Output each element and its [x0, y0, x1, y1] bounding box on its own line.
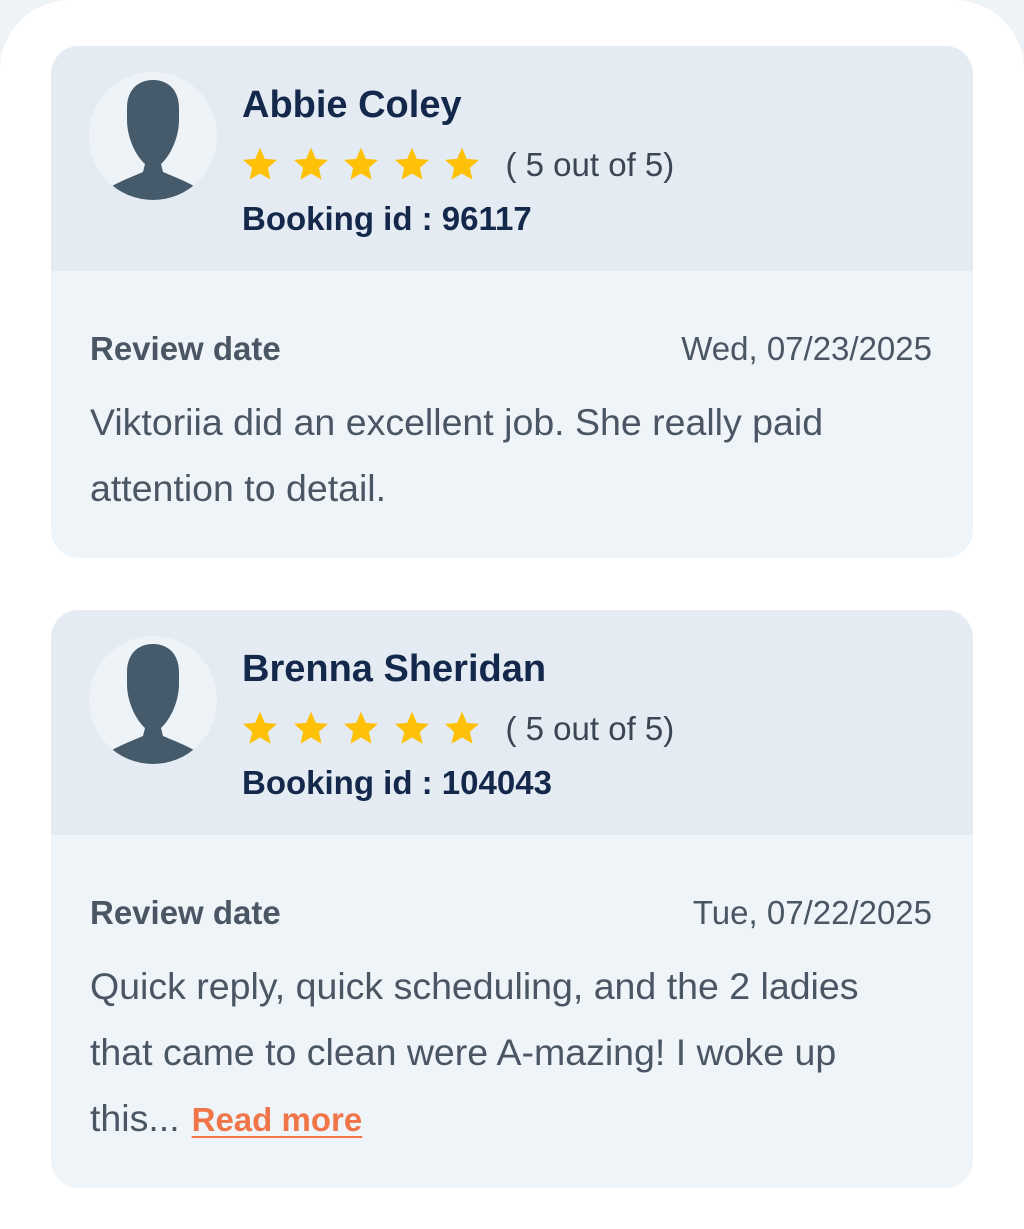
read-more-link[interactable]: Read more [192, 1101, 363, 1138]
star-icon [394, 711, 429, 744]
person-silhouette-icon [103, 644, 203, 764]
review-card: Brenna Sheridan ( 5 out of 5) Booking id… [51, 610, 973, 1188]
reviewer-name: Abbie Coley [242, 84, 462, 126]
star-icon [243, 711, 277, 744]
review-text: Quick reply, quick scheduling, and the 2… [90, 953, 920, 1153]
review-card: Abbie Coley ( 5 out of 5) Booking id : 9… [51, 46, 973, 558]
booking-id: Booking id : 104043 [242, 764, 552, 801]
person-silhouette-icon [103, 80, 203, 200]
star-icon [344, 711, 378, 744]
reviews-sheet: Abbie Coley ( 5 out of 5) Booking id : 9… [0, 0, 1024, 1229]
review-card-header: Abbie Coley ( 5 out of 5) Booking id : 9… [51, 46, 973, 271]
star-icon [243, 147, 277, 180]
avatar [89, 72, 217, 200]
review-text: Viktoriia did an excellent job. She real… [90, 389, 920, 521]
reviewer-name: Brenna Sheridan [242, 648, 547, 690]
star-icon [293, 147, 328, 180]
review-date-label: Review date [90, 330, 281, 367]
star-rating: ( 5 out of 5) [240, 707, 674, 751]
star-icon [445, 147, 479, 180]
review-card-header: Brenna Sheridan ( 5 out of 5) Booking id… [51, 610, 973, 835]
rating-text: ( 5 out of 5) [505, 146, 675, 183]
review-date-label: Review date [90, 894, 281, 931]
booking-id: Booking id : 96117 [242, 200, 532, 237]
review-date: Tue, 07/22/2025 [692, 894, 932, 931]
rating-text: ( 5 out of 5) [505, 710, 675, 747]
review-date: Wed, 07/23/2025 [681, 330, 932, 367]
star-icon [293, 711, 328, 744]
star-icon [394, 147, 429, 180]
star-rating: ( 5 out of 5) [240, 143, 674, 187]
review-body: Viktoriia did an excellent job. She real… [90, 401, 824, 509]
star-icon [344, 147, 378, 180]
star-icon [445, 711, 479, 744]
avatar [89, 636, 217, 764]
